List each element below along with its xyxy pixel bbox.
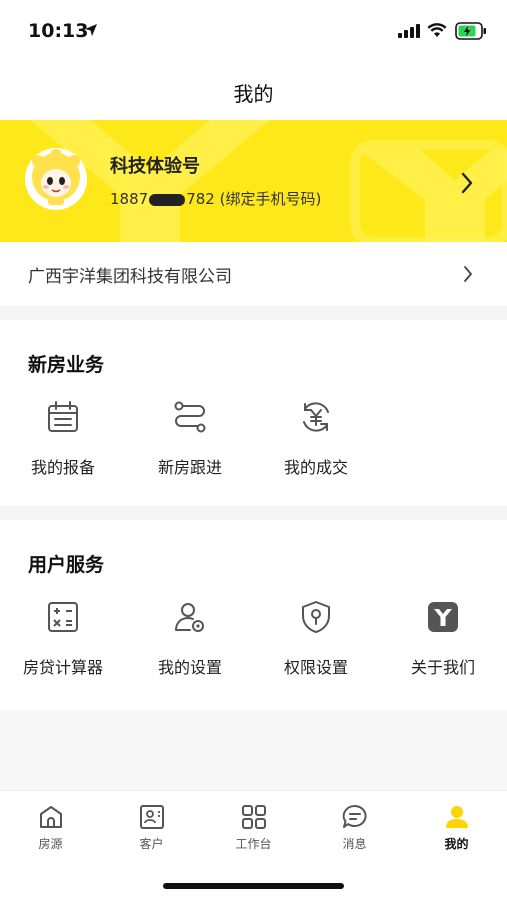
tab-listings[interactable]: 房源 xyxy=(0,803,101,853)
mortgage-calculator-item[interactable]: 房贷计算器 xyxy=(0,598,126,688)
about-us-item[interactable]: 关于我们 xyxy=(380,598,506,688)
user-service-section: 用户服务 房贷计算器 我的设置 权限设置 关于我们 xyxy=(0,520,507,710)
grid-label: 我的报备 xyxy=(30,458,95,477)
section-title: 用户服务 xyxy=(28,554,105,576)
avatar[interactable] xyxy=(24,147,88,211)
grid-label: 新房跟进 xyxy=(157,458,222,477)
grid-label: 权限设置 xyxy=(283,658,348,677)
grid-icon xyxy=(242,805,266,829)
battery-icon xyxy=(455,22,486,40)
tab-workbench[interactable]: 工作台 xyxy=(203,803,304,853)
status-time: 10:13 xyxy=(28,20,89,42)
page-title: 我的 xyxy=(233,82,274,106)
route-icon xyxy=(174,401,206,433)
phone-mask xyxy=(149,193,186,206)
tab-label: 客户 xyxy=(139,837,164,851)
signal-icon xyxy=(398,24,420,38)
tab-label: 房源 xyxy=(38,837,63,851)
my-report-item[interactable]: 我的报备 xyxy=(0,398,126,488)
permission-settings-item[interactable]: 权限设置 xyxy=(253,598,379,688)
grid-label: 我的成交 xyxy=(283,458,348,477)
chevron-right-icon[interactable] xyxy=(460,172,474,194)
tab-customers[interactable]: 客户 xyxy=(101,803,202,853)
new-house-section: 新房业务 我的报备 新房跟进 我的成交 xyxy=(0,320,507,506)
tab-label: 工作台 xyxy=(235,837,272,851)
location-arrow-icon xyxy=(85,24,97,36)
grid-label: 房贷计算器 xyxy=(22,658,103,677)
calculator-icon xyxy=(48,602,78,632)
my-settings-item[interactable]: 我的设置 xyxy=(127,598,253,688)
home-indicator xyxy=(163,883,344,889)
yuan-cycle-icon xyxy=(303,402,329,432)
status-bar: 10:13 xyxy=(0,0,507,62)
tab-label: 我的 xyxy=(444,837,469,851)
contact-card-icon xyxy=(140,805,164,829)
new-house-followup-item[interactable]: 新房跟进 xyxy=(127,398,253,488)
app-logo-icon xyxy=(428,602,458,632)
grid-label: 关于我们 xyxy=(410,658,475,677)
tab-messages[interactable]: 消息 xyxy=(304,803,405,853)
user-settings-icon xyxy=(175,603,204,632)
wifi-icon xyxy=(427,23,447,37)
phone-prefix: 1887 xyxy=(110,190,149,208)
company-row[interactable]: 广西宇洋集团科技有限公司 xyxy=(0,242,507,306)
page-background xyxy=(0,710,507,790)
section-title: 新房业务 xyxy=(28,354,105,376)
tab-label: 消息 xyxy=(342,837,367,851)
chevron-right-icon xyxy=(464,266,472,282)
profile-phone: 1887 782 (绑定手机号码) xyxy=(110,188,321,209)
phone-suffix: 782 (绑定手机号码) xyxy=(186,190,322,208)
shield-key-icon xyxy=(302,601,330,633)
profile-name: 科技体验号 xyxy=(110,156,200,177)
nav-bar: 我的 xyxy=(0,62,507,120)
house-icon xyxy=(40,806,62,828)
person-icon xyxy=(446,806,468,828)
company-name: 广西宇洋集团科技有限公司 xyxy=(28,267,232,287)
chat-icon xyxy=(342,804,367,828)
my-deal-item[interactable]: 我的成交 xyxy=(253,398,379,488)
tab-mine[interactable]: 我的 xyxy=(406,803,507,853)
calendar-icon xyxy=(48,401,78,432)
grid-label: 我的设置 xyxy=(157,658,222,677)
